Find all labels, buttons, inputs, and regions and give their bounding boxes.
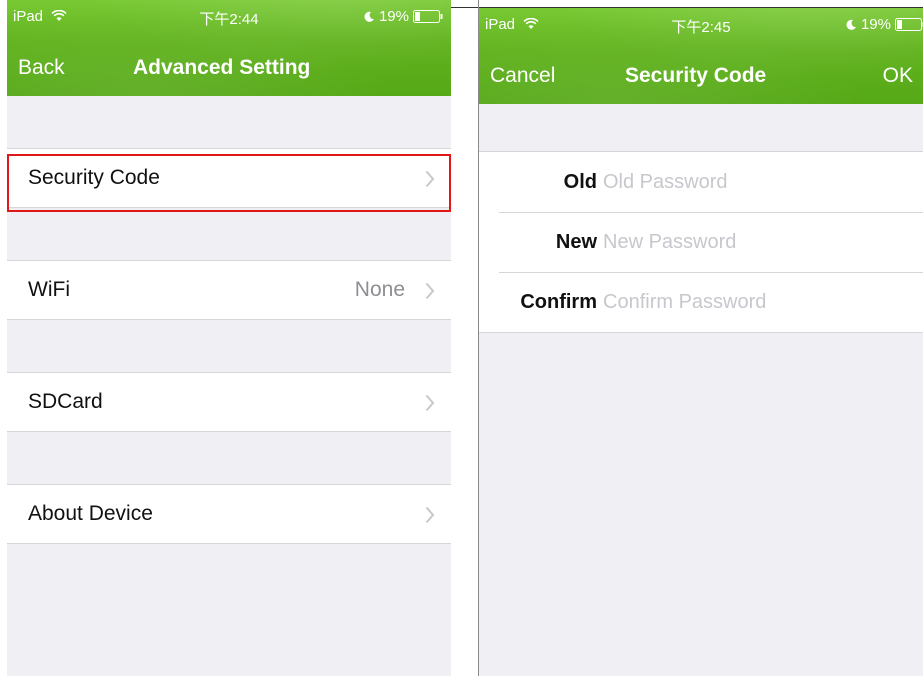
wifi-cell[interactable]: WiFi None	[7, 260, 451, 320]
cancel-button[interactable]: Cancel	[490, 64, 555, 88]
new-password-row: New	[479, 212, 923, 272]
new-password-input[interactable]	[603, 226, 903, 258]
security-code-screen: iPad 下午2:45 19% Cancel Security Code OK …	[479, 8, 923, 676]
moon-icon	[846, 19, 856, 30]
back-button[interactable]: Back	[18, 56, 65, 80]
navigation-bar: iPad 下午2:45 19% Cancel Security Code OK	[479, 8, 923, 104]
confirm-password-label: Confirm	[520, 291, 597, 313]
chevron-right-icon	[425, 282, 435, 300]
battery-percent: 19%	[860, 16, 891, 33]
cell-label: Security Code	[28, 166, 160, 189]
wifi-status-value: None	[354, 278, 405, 301]
new-password-label: New	[555, 231, 597, 253]
status-bar: iPad 下午2:45 19%	[479, 8, 923, 44]
sdcard-cell[interactable]: SDCard	[7, 372, 451, 432]
navigation-bar: iPad 下午2:44 19% Back Advanced Setting	[7, 0, 451, 96]
ok-button[interactable]: OK	[883, 64, 913, 88]
settings-list: Security Code WiFi None SDCard About Dev…	[7, 96, 451, 544]
security-code-cell[interactable]: Security Code	[7, 148, 451, 208]
chevron-right-icon	[425, 394, 435, 412]
advanced-setting-screen: iPad 下午2:44 19% Back Advanced Setting Se…	[7, 0, 451, 676]
old-password-row: Old	[479, 152, 923, 212]
moon-icon	[364, 11, 374, 22]
confirm-password-row: Confirm	[479, 272, 923, 332]
battery-icon	[895, 18, 923, 31]
page-title: Security Code	[625, 64, 767, 87]
status-right: 19%	[363, 8, 443, 25]
status-right: 19%	[845, 16, 923, 33]
status-bar: iPad 下午2:44 19%	[7, 0, 451, 36]
cell-label: WiFi	[28, 278, 70, 301]
about-device-cell[interactable]: About Device	[7, 484, 451, 544]
old-password-label: Old	[563, 171, 597, 193]
cell-label: SDCard	[28, 390, 103, 413]
old-password-input[interactable]	[603, 166, 903, 198]
cell-label: About Device	[28, 502, 153, 525]
confirm-password-input[interactable]	[603, 286, 903, 318]
battery-percent: 19%	[378, 8, 409, 25]
page-title: Advanced Setting	[133, 56, 311, 79]
chevron-right-icon	[425, 170, 435, 188]
battery-icon	[413, 10, 443, 23]
password-form: Old New Confirm	[479, 151, 923, 333]
chevron-right-icon	[425, 506, 435, 524]
